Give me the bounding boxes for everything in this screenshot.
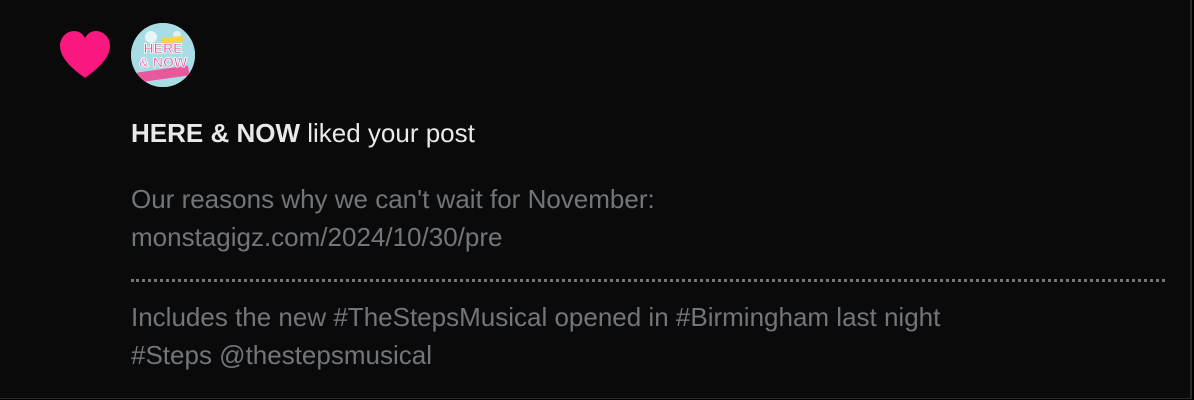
notification-card[interactable]: HERE & NOW HERE & NOW liked your post Ou… (0, 0, 1192, 399)
logo-text-line2: & NOW (139, 54, 188, 70)
post-line-4: #Steps @thestepsmusical (131, 340, 432, 370)
actor-avatar[interactable]: HERE & NOW (131, 23, 195, 87)
liked-post-text-continued[interactable]: Includes the new #TheStepsMusical opened… (131, 298, 1171, 374)
liked-post-text[interactable]: Our reasons why we can't wait for Novemb… (131, 180, 1171, 256)
here-and-now-logo: HERE & NOW (131, 23, 195, 87)
notification-action: liked your post (300, 118, 475, 148)
heart-icon (60, 31, 110, 78)
notification-headline: HERE & NOW liked your post (131, 116, 475, 150)
post-line-1: Our reasons why we can't wait for Novemb… (131, 184, 655, 214)
post-line-3: Includes the new #TheStepsMusical opened… (131, 302, 941, 332)
post-link[interactable]: monstagigz.com/2024/10/30/pre (131, 218, 1171, 256)
dotted-divider (131, 279, 1165, 282)
actor-name[interactable]: HERE & NOW (131, 118, 300, 148)
